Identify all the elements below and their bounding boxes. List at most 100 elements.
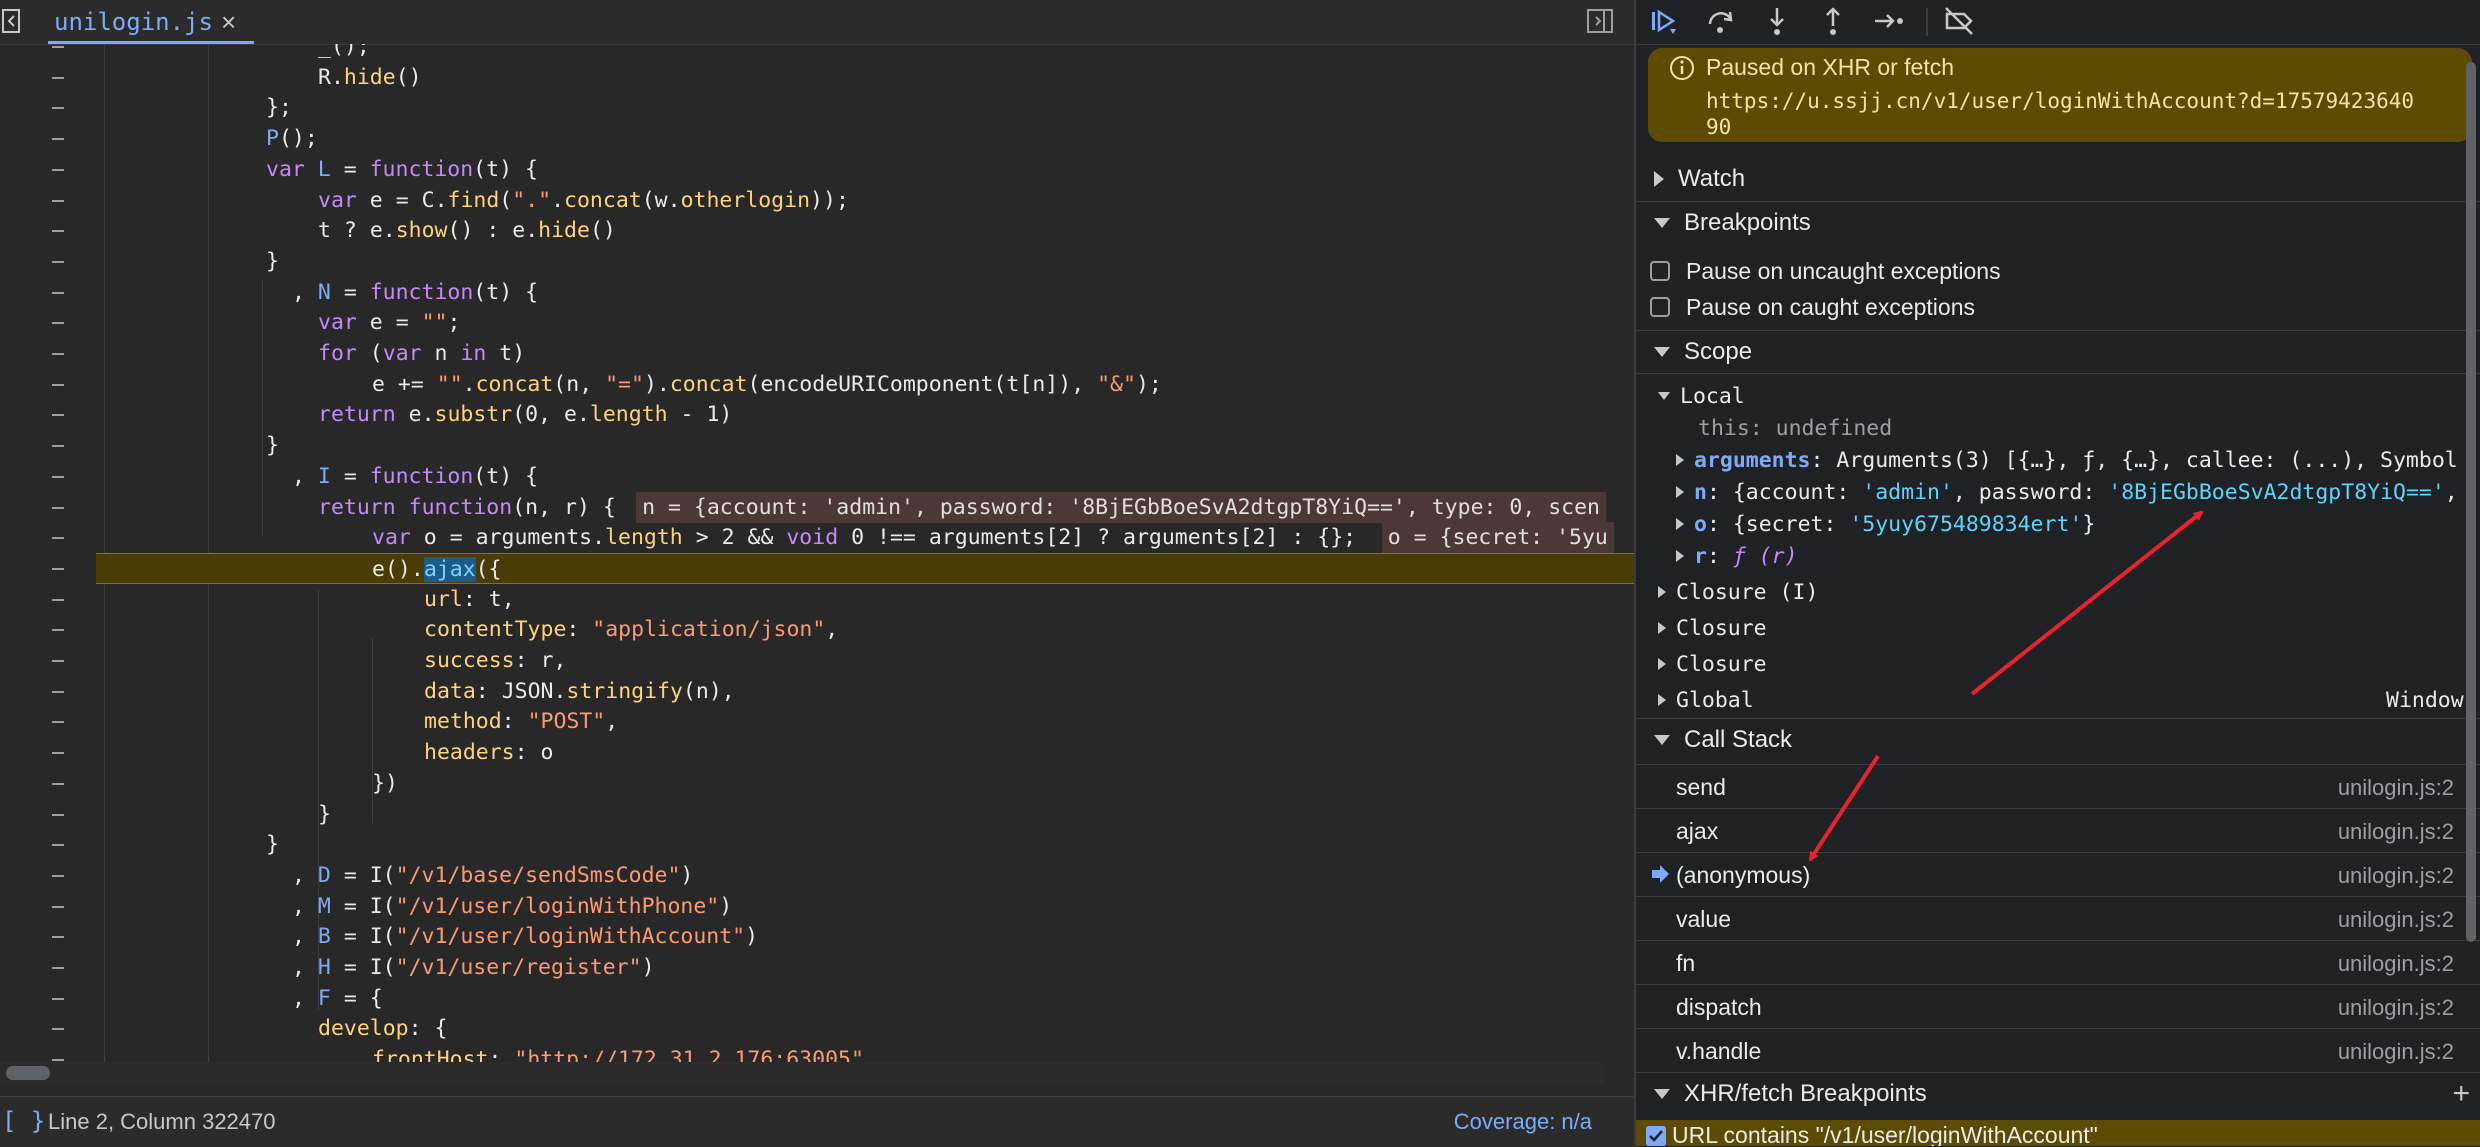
scope-n[interactable]: n: {account: 'admin', password: '8BjEGbB… (1676, 476, 2458, 508)
pause-caught-exceptions[interactable]: Pause on caught exceptions (1650, 290, 1975, 324)
call-frame-name: fn (1676, 950, 1696, 976)
code-text: _(); (318, 44, 370, 59)
close-tab-icon[interactable]: × (221, 7, 236, 38)
call-frame-location[interactable]: unilogin.js:2 (2338, 819, 2454, 845)
scope-closure[interactable]: Closure (1658, 648, 1767, 680)
o-value-prefix: {secret: (1732, 511, 1850, 537)
r-key: r (1694, 543, 1707, 569)
scope-closure[interactable]: Closure (1658, 612, 1767, 644)
step-over-icon[interactable] (1704, 4, 1738, 38)
code-text: e().ajax({ (372, 556, 502, 582)
expand-icon (1658, 694, 1666, 706)
expand-icon (1676, 550, 1684, 562)
code-line: , D = I("/v1/base/sendSmsCode") (0, 860, 1634, 891)
xhr-breakpoint-item[interactable]: URL contains "/v1/user/loginWithAccount" (1636, 1120, 2480, 1146)
navigator-toggle-icon[interactable] (2, 8, 22, 34)
call-frame-location[interactable]: unilogin.js:2 (2338, 951, 2454, 977)
watch-label: Watch (1678, 165, 1746, 192)
code-text: return function(n, r) { (318, 494, 616, 520)
call-frame[interactable]: ajax unilogin.js:2 (1636, 808, 2480, 852)
sidebar-scrollbar[interactable] (2464, 48, 2478, 948)
call-frame-name: ajax (1676, 818, 1719, 844)
pretty-print-icon[interactable]: [ } (2, 1107, 45, 1135)
scope-global[interactable]: Global Window (1658, 684, 2472, 716)
scope-local[interactable]: Local (1658, 380, 1745, 412)
call-frame-name: send (1676, 774, 1726, 800)
scope-r[interactable]: r: ƒ (r) (1676, 540, 1798, 572)
scope-closure-i[interactable]: Closure (I) (1658, 576, 1818, 608)
call-frame[interactable]: v.handle unilogin.js:2 (1636, 1028, 2480, 1072)
code-line: e += "".concat(n, "=").concat(encodeURIC… (0, 369, 1634, 400)
scope-o[interactable]: o: {secret: '5yuy675489834ert'} (1676, 508, 2095, 540)
scope-this: this: undefined (1698, 415, 1893, 441)
add-xhr-breakpoint-icon[interactable]: + (2452, 1077, 2470, 1111)
call-frame[interactable]: value unilogin.js:2 (1636, 896, 2480, 940)
step-into-icon[interactable] (1760, 4, 1794, 38)
code-text: , N = function(t) { (292, 279, 539, 305)
resume-icon[interactable] (1646, 4, 1680, 38)
deactivate-breakpoints-icon[interactable] (1942, 4, 1976, 38)
code-text: } (318, 801, 331, 827)
scope-arguments[interactable]: arguments: Arguments(3) [{…}, ƒ, {…}, ca… (1676, 444, 2458, 476)
scrollbar-thumb[interactable] (6, 1066, 50, 1080)
call-stack-section-header[interactable]: Call Stack (1636, 719, 2480, 761)
pause-uncaught-checkbox[interactable] (1650, 261, 1670, 281)
code-text: R.hide() (318, 64, 422, 90)
xhr-breakpoints-label: XHR/fetch Breakpoints (1684, 1080, 1927, 1107)
code-text: var e = C.find(".".concat(w.otherlogin))… (318, 187, 849, 213)
expand-icon (1676, 454, 1684, 466)
tab-unilogin-js[interactable]: unilogin.js × (36, 0, 255, 44)
checkbox-checked-icon[interactable] (1646, 1126, 1666, 1146)
debugger-toolbar (1636, 0, 2480, 45)
code-text: success: r, (424, 648, 567, 673)
code-line: var e = ""; (0, 307, 1634, 338)
call-frame-name: (anonymous) (1676, 862, 1811, 888)
expand-icon (1676, 518, 1684, 530)
call-frame-location[interactable]: unilogin.js:2 (2338, 995, 2454, 1021)
call-frame[interactable]: send unilogin.js:2 (1636, 764, 2480, 808)
call-frame[interactable]: fn unilogin.js:2 (1636, 940, 2480, 984)
call-frame-location[interactable]: unilogin.js:2 (2338, 1039, 2454, 1065)
paused-banner: Paused on XHR or fetch https://u.ssjj.cn… (1648, 48, 2472, 142)
expand-icon (1658, 586, 1666, 598)
code-text: develop: { (318, 1016, 448, 1042)
step-icon[interactable] (1872, 4, 1906, 38)
code-text: contentType: "application/json", (424, 617, 839, 643)
pause-caught-checkbox[interactable] (1650, 297, 1670, 317)
code-line: _(); (0, 44, 1634, 62)
code-line: success: r, (0, 645, 1634, 676)
debugger-sidebar-toggle-icon[interactable] (1586, 8, 1614, 34)
pause-uncaught-exceptions[interactable]: Pause on uncaught exceptions (1650, 254, 2001, 288)
coverage-status[interactable]: Coverage: n/a (1454, 1109, 1592, 1135)
code-text: method: "POST", (424, 709, 619, 735)
code-line: , M = I("/v1/user/loginWithPhone") (0, 891, 1634, 922)
scrollbar-thumb[interactable] (2466, 62, 2476, 942)
code-text: , F = { (292, 985, 383, 1011)
code-line: , N = function(t) { (0, 277, 1634, 308)
horizontal-scrollbar[interactable] (0, 1062, 1604, 1084)
o-value-suffix: } (2082, 511, 2096, 537)
code-line: var L = function(t) { (0, 154, 1634, 185)
call-frame[interactable]: dispatch unilogin.js:2 (1636, 984, 2480, 1028)
breakpoints-section-header[interactable]: Breakpoints (1636, 202, 2480, 244)
closure-label: Closure (1676, 615, 1767, 641)
watch-section-header[interactable]: Watch (1636, 158, 2480, 200)
scope-section-header[interactable]: Scope (1636, 331, 2480, 373)
code-line: } (0, 799, 1634, 830)
step-out-icon[interactable] (1816, 4, 1850, 38)
call-frame[interactable]: (anonymous) unilogin.js:2 (1636, 852, 2480, 896)
xhr-breakpoint-rule: URL contains "/v1/user/loginWithAccount" (1672, 1122, 2098, 1146)
code-line: , F = { (0, 983, 1634, 1014)
call-frame-location[interactable]: unilogin.js:2 (2338, 863, 2454, 889)
closure-label: Closure (1676, 651, 1767, 677)
n-value-tail: , (2444, 479, 2458, 505)
code-text: , B = I("/v1/user/loginWithAccount") (292, 924, 759, 950)
code-text: data: JSON.stringify(n), (424, 678, 735, 704)
code-line: P(); (0, 123, 1634, 154)
code-line: , B = I("/v1/user/loginWithAccount") (0, 921, 1634, 952)
call-frame-location[interactable]: unilogin.js:2 (2338, 907, 2454, 933)
xhr-breakpoints-section-header[interactable]: XHR/fetch Breakpoints + (1636, 1073, 2480, 1115)
call-frame-location[interactable]: unilogin.js:2 (2338, 775, 2454, 801)
paused-title: Paused on XHR or fetch (1706, 54, 1955, 80)
code-text: , H = I("/v1/user/register") (292, 955, 655, 980)
